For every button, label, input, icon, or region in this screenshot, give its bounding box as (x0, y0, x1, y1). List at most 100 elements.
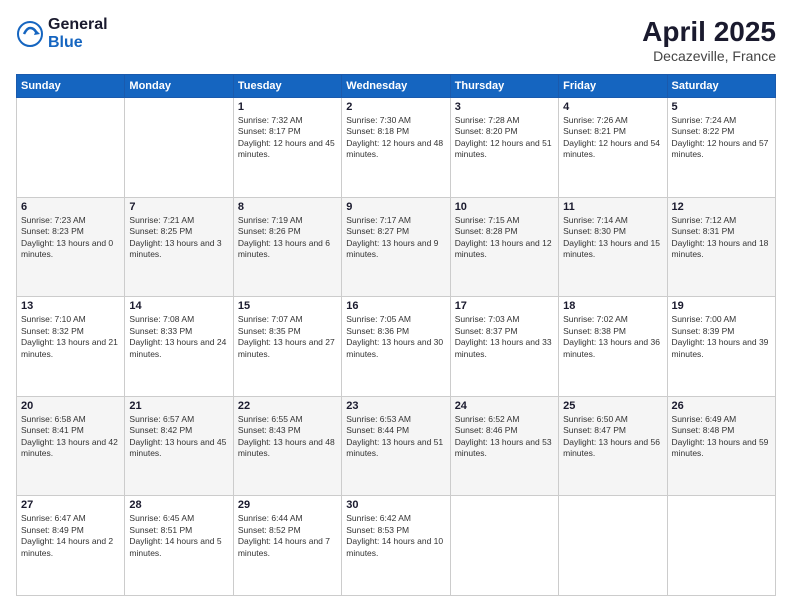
table-row: 16 Sunrise: 7:05 AMSunset: 8:36 PMDayligh… (342, 297, 450, 397)
calendar-header-row: Sunday Monday Tuesday Wednesday Thursday… (17, 75, 776, 98)
table-row: 28Sunrise: 6:45 AMSunset: 8:51 PMDayligh… (125, 496, 233, 596)
table-row: 9 Sunrise: 7:17 AMSunset: 8:27 PMDaylight… (342, 197, 450, 297)
day-number: 23 (346, 400, 445, 412)
table-row: 3 Sunrise: 7:28 AMSunset: 8:20 PMDaylight… (450, 98, 558, 198)
table-row: 25 Sunrise: 6:50 AMSunset: 8:47 PMDayligh… (559, 396, 667, 496)
calendar-week-row: 27 Sunrise: 6:47 AMSunset: 8:49 PMDayligh… (17, 496, 776, 596)
day-info: Sunrise: 6:47 AMSunset: 8:49 PMDaylight:… (21, 513, 120, 559)
day-number: 14 (129, 300, 228, 312)
day-info: Sunrise: 6:45 AMSunset: 8:51 PMDaylight:… (129, 513, 228, 559)
table-row: 26 Sunrise: 6:49 AMSunset: 8:48 PMDayligh… (667, 396, 775, 496)
table-row: 19Sunrise: 7:00 AMSunset: 8:39 PMDayligh… (667, 297, 775, 397)
title-section: April 2025 Decazeville, France (642, 16, 776, 64)
day-number: 10 (455, 201, 554, 213)
table-row: 5 Sunrise: 7:24 AMSunset: 8:22 PMDaylight… (667, 98, 775, 198)
day-number: 18 (563, 300, 662, 312)
day-number: 22 (238, 400, 337, 412)
day-info: Sunrise: 7:23 AMSunset: 8:23 PMDaylight:… (21, 215, 120, 261)
day-info: Sunrise: 7:32 AMSunset: 8:17 PMDaylight:… (238, 115, 337, 161)
day-info: Sunrise: 7:19 AMSunset: 8:26 PMDaylight:… (238, 215, 337, 261)
day-number: 11 (563, 201, 662, 213)
table-row: 6 Sunrise: 7:23 AMSunset: 8:23 PMDaylight… (17, 197, 125, 297)
month-title: April 2025 (642, 16, 776, 48)
day-info: Sunrise: 6:53 AMSunset: 8:44 PMDaylight:… (346, 414, 445, 460)
calendar-week-row: 20 Sunrise: 6:58 AMSunset: 8:41 PMDayligh… (17, 396, 776, 496)
day-number: 30 (346, 499, 445, 511)
day-info: Sunrise: 7:24 AMSunset: 8:22 PMDaylight:… (672, 115, 771, 161)
col-sunday: Sunday (17, 75, 125, 98)
day-info: Sunrise: 7:28 AMSunset: 8:20 PMDaylight:… (455, 115, 554, 161)
col-saturday: Saturday (667, 75, 775, 98)
table-row: 10 Sunrise: 7:15 AMSunset: 8:28 PMDayligh… (450, 197, 558, 297)
table-row: 24 Sunrise: 6:52 AMSunset: 8:46 PMDayligh… (450, 396, 558, 496)
day-info: Sunrise: 6:57 AMSunset: 8:42 PMDaylight:… (129, 414, 228, 460)
day-number: 1 (238, 101, 337, 113)
day-info: Sunrise: 7:21 AMSunset: 8:25 PMDaylight:… (129, 215, 228, 261)
day-info: Sunrise: 7:02 AMSunset: 8:38 PMDaylight:… (563, 314, 662, 360)
table-row: 23 Sunrise: 6:53 AMSunset: 8:44 PMDayligh… (342, 396, 450, 496)
table-row: 1 Sunrise: 7:32 AMSunset: 8:17 PMDaylight… (233, 98, 341, 198)
day-number: 21 (129, 400, 228, 412)
day-number: 24 (455, 400, 554, 412)
day-number: 16 (346, 300, 445, 312)
day-info: Sunrise: 7:15 AMSunset: 8:28 PMDaylight:… (455, 215, 554, 261)
table-row: 12Sunrise: 7:12 AMSunset: 8:31 PMDayligh… (667, 197, 775, 297)
calendar-week-row: 1 Sunrise: 7:32 AMSunset: 8:17 PMDaylight… (17, 98, 776, 198)
calendar-week-row: 6 Sunrise: 7:23 AMSunset: 8:23 PMDaylight… (17, 197, 776, 297)
page: GeneralBlue April 2025 Decazeville, Fran… (0, 0, 792, 612)
day-info: Sunrise: 6:52 AMSunset: 8:46 PMDaylight:… (455, 414, 554, 460)
day-number: 3 (455, 101, 554, 113)
location: Decazeville, France (642, 48, 776, 64)
logo-icon (16, 20, 44, 48)
day-info: Sunrise: 7:07 AMSunset: 8:35 PMDaylight:… (238, 314, 337, 360)
table-row: 15 Sunrise: 7:07 AMSunset: 8:35 PMDayligh… (233, 297, 341, 397)
day-number: 6 (21, 201, 120, 213)
day-number: 25 (563, 400, 662, 412)
table-row (559, 496, 667, 596)
day-number: 5 (672, 101, 771, 113)
day-number: 19 (672, 300, 771, 312)
table-row: 2 Sunrise: 7:30 AMSunset: 8:18 PMDaylight… (342, 98, 450, 198)
day-info: Sunrise: 7:17 AMSunset: 8:27 PMDaylight:… (346, 215, 445, 261)
day-number: 26 (672, 400, 771, 412)
table-row: 20 Sunrise: 6:58 AMSunset: 8:41 PMDayligh… (17, 396, 125, 496)
table-row: 30Sunrise: 6:42 AMSunset: 8:53 PMDayligh… (342, 496, 450, 596)
day-info: Sunrise: 6:55 AMSunset: 8:43 PMDaylight:… (238, 414, 337, 460)
table-row: 8 Sunrise: 7:19 AMSunset: 8:26 PMDaylight… (233, 197, 341, 297)
calendar-week-row: 13 Sunrise: 7:10 AMSunset: 8:32 PMDayligh… (17, 297, 776, 397)
table-row (450, 496, 558, 596)
table-row: 17Sunrise: 7:03 AMSunset: 8:37 PMDayligh… (450, 297, 558, 397)
day-number: 7 (129, 201, 228, 213)
day-number: 27 (21, 499, 120, 511)
col-thursday: Thursday (450, 75, 558, 98)
logo-text: GeneralBlue (48, 16, 108, 52)
day-info: Sunrise: 6:50 AMSunset: 8:47 PMDaylight:… (563, 414, 662, 460)
header: GeneralBlue April 2025 Decazeville, Fran… (16, 16, 776, 64)
table-row (125, 98, 233, 198)
day-info: Sunrise: 7:03 AMSunset: 8:37 PMDaylight:… (455, 314, 554, 360)
logo: GeneralBlue (16, 16, 108, 52)
day-info: Sunrise: 6:49 AMSunset: 8:48 PMDaylight:… (672, 414, 771, 460)
day-number: 15 (238, 300, 337, 312)
calendar-table: Sunday Monday Tuesday Wednesday Thursday… (16, 74, 776, 596)
table-row: 27 Sunrise: 6:47 AMSunset: 8:49 PMDayligh… (17, 496, 125, 596)
day-info: Sunrise: 7:10 AMSunset: 8:32 PMDaylight:… (21, 314, 120, 360)
col-tuesday: Tuesday (233, 75, 341, 98)
day-number: 2 (346, 101, 445, 113)
day-number: 12 (672, 201, 771, 213)
day-info: Sunrise: 6:58 AMSunset: 8:41 PMDaylight:… (21, 414, 120, 460)
day-info: Sunrise: 7:30 AMSunset: 8:18 PMDaylight:… (346, 115, 445, 161)
day-number: 13 (21, 300, 120, 312)
day-number: 29 (238, 499, 337, 511)
table-row: 7 Sunrise: 7:21 AMSunset: 8:25 PMDaylight… (125, 197, 233, 297)
day-info: Sunrise: 7:08 AMSunset: 8:33 PMDaylight:… (129, 314, 228, 360)
table-row: 21 Sunrise: 6:57 AMSunset: 8:42 PMDayligh… (125, 396, 233, 496)
day-info: Sunrise: 7:05 AMSunset: 8:36 PMDaylight:… (346, 314, 445, 360)
table-row: 13 Sunrise: 7:10 AMSunset: 8:32 PMDayligh… (17, 297, 125, 397)
day-number: 9 (346, 201, 445, 213)
day-number: 8 (238, 201, 337, 213)
table-row: 4Sunrise: 7:26 AMSunset: 8:21 PMDaylight… (559, 98, 667, 198)
day-number: 20 (21, 400, 120, 412)
col-friday: Friday (559, 75, 667, 98)
table-row (667, 496, 775, 596)
